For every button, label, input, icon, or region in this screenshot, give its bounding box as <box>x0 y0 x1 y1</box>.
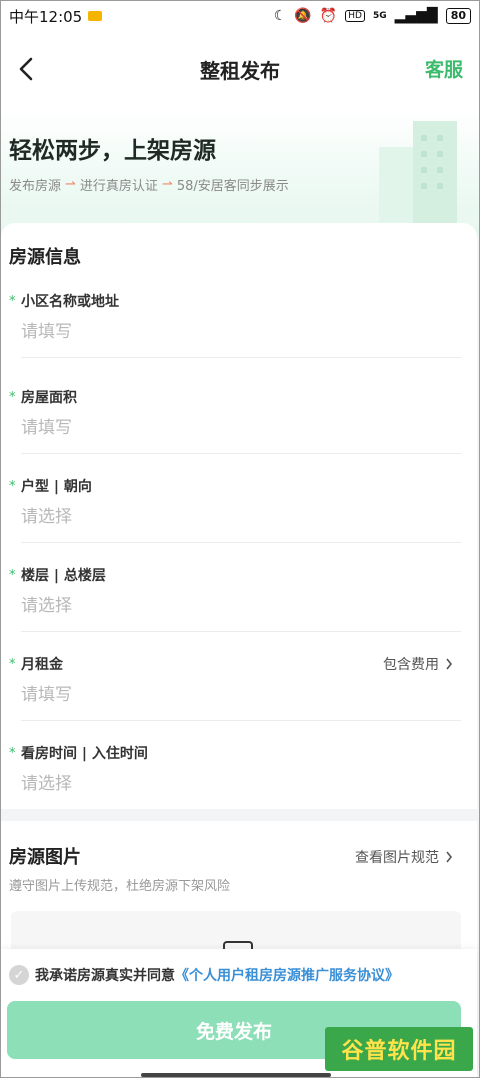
area-input[interactable] <box>21 415 421 441</box>
building-illustration <box>413 121 457 231</box>
divider <box>21 631 461 632</box>
field-label: 房屋面积 <box>21 390 77 406</box>
step-2: 进行真房认证 <box>79 179 158 194</box>
community-input[interactable] <box>21 319 421 345</box>
field-label-row: * 小区名称或地址 <box>9 291 119 311</box>
status-left: 中午12:05 <box>9 6 103 27</box>
field-label-row: * 看房时间 | 入住时间 <box>9 743 148 763</box>
window-shape <box>437 135 443 141</box>
window-shape <box>437 151 443 157</box>
agreement-link[interactable]: 《个人用户租房房源推广服务协议》 <box>175 965 399 985</box>
chevron-right-icon <box>446 851 453 863</box>
layout-field[interactable]: * 户型 | 朝向 <box>1 476 477 565</box>
included-fees-label: 包含费用 <box>383 657 439 673</box>
rent-input[interactable] <box>21 682 421 708</box>
listing-photos-card: 房源图片 查看图片规范 遵守图片上传规范，杜绝房源下架风险 <box>1 821 477 971</box>
field-label: 楼层 | 总楼层 <box>21 568 106 584</box>
required-marker: * <box>9 478 16 494</box>
window-shape <box>437 183 443 189</box>
moon-icon: ☾ <box>273 8 287 24</box>
back-button[interactable] <box>11 53 41 85</box>
step-1: 发布房源 <box>9 179 62 194</box>
battery-icon: 80 <box>445 8 471 24</box>
rent-field: * 月租金 包含费用 <box>1 654 477 743</box>
agreement-text: 我承诺房源真实并同意 <box>35 968 175 984</box>
area-field: * 房屋面积 <box>1 387 477 476</box>
hero-banner: 轻松两步，上架房源 发布房源 ⇀ 进行真房认证 ⇀ 58/安居客同步展示 <box>1 107 479 237</box>
customer-service-button[interactable]: 客服 <box>425 55 463 82</box>
hero-title: 轻松两步，上架房源 <box>9 138 216 164</box>
field-label-row: * 楼层 | 总楼层 <box>9 565 106 585</box>
status-bar: 中午12:05 ☾ 🔕 ⏰ HD 5G ▂▄▆█ 80 <box>1 1 479 31</box>
app-screen: 中午12:05 ☾ 🔕 ⏰ HD 5G ▂▄▆█ 80 整租发布 客服 轻松两步… <box>0 0 480 1078</box>
field-label: 月租金 <box>21 657 63 673</box>
required-marker: * <box>9 656 16 672</box>
signal-icon: ▂▄▆█ <box>394 8 438 24</box>
floor-select[interactable] <box>21 593 421 619</box>
viewing-time-select[interactable] <box>21 771 421 797</box>
page-title: 整租发布 <box>200 58 280 83</box>
nav-bar: 整租发布 客服 <box>1 31 479 107</box>
message-notification-icon <box>88 11 103 21</box>
home-indicator <box>141 1073 331 1077</box>
divider <box>21 542 461 543</box>
photos-subtitle: 遵守图片上传规范，杜绝房源下架风险 <box>9 879 231 894</box>
included-fees-link[interactable]: 包含费用 <box>383 654 453 674</box>
field-label-row: * 月租金 <box>9 654 63 674</box>
hero-steps: 发布房源 ⇀ 进行真房认证 ⇀ 58/安居客同步展示 <box>9 175 289 194</box>
window-shape <box>421 151 427 157</box>
required-marker: * <box>9 389 16 405</box>
divider <box>21 357 461 358</box>
alarm-icon: ⏰ <box>319 8 338 24</box>
field-label: 户型 | 朝向 <box>21 479 92 495</box>
floor-field[interactable]: * 楼层 | 总楼层 <box>1 565 477 654</box>
photo-guidelines-label: 查看图片规范 <box>355 850 439 866</box>
layout-select[interactable] <box>21 504 421 530</box>
chevron-left-icon <box>19 57 33 81</box>
agreement-row: ✓ 我承诺房源真实并同意 《个人用户租房房源推广服务协议》 <box>9 965 399 985</box>
community-field: * 小区名称或地址 <box>1 291 477 380</box>
viewing-time-field[interactable]: * 看房时间 | 入住时间 <box>1 743 477 832</box>
window-shape <box>437 167 443 173</box>
listing-info-card: 房源信息 * 小区名称或地址 * 房屋面积 * 户型 | 朝向 <box>1 223 477 809</box>
chevron-right-icon <box>446 658 453 670</box>
agree-checkbox[interactable]: ✓ <box>9 965 29 985</box>
field-label-row: * 户型 | 朝向 <box>9 476 92 496</box>
window-shape <box>421 167 427 173</box>
required-marker: * <box>9 567 16 583</box>
field-label: 看房时间 | 入住时间 <box>21 746 148 762</box>
arrow-right-icon: ⇀ <box>65 177 76 192</box>
status-time: 中午12:05 <box>9 7 83 26</box>
watermark-logo: 谷普软件园 <box>325 1027 473 1071</box>
status-right: ☾ 🔕 ⏰ HD 5G ▂▄▆█ 80 <box>274 8 471 24</box>
photos-title: 房源图片 <box>9 847 81 868</box>
hd-icon: HD <box>345 10 365 22</box>
photo-guidelines-link[interactable]: 查看图片规范 <box>355 847 453 867</box>
window-shape <box>421 135 427 141</box>
step-3: 58/安居客同步展示 <box>176 179 289 194</box>
mute-icon: 🔕 <box>294 8 312 24</box>
required-marker: * <box>9 293 16 309</box>
field-label-row: * 房屋面积 <box>9 387 77 407</box>
required-marker: * <box>9 745 16 761</box>
section-title: 房源信息 <box>9 247 81 268</box>
divider <box>21 453 461 454</box>
window-shape <box>421 183 427 189</box>
network-type: 5G <box>372 11 387 21</box>
arrow-right-icon: ⇀ <box>161 177 173 192</box>
field-label: 小区名称或地址 <box>21 294 119 310</box>
divider <box>21 720 461 721</box>
